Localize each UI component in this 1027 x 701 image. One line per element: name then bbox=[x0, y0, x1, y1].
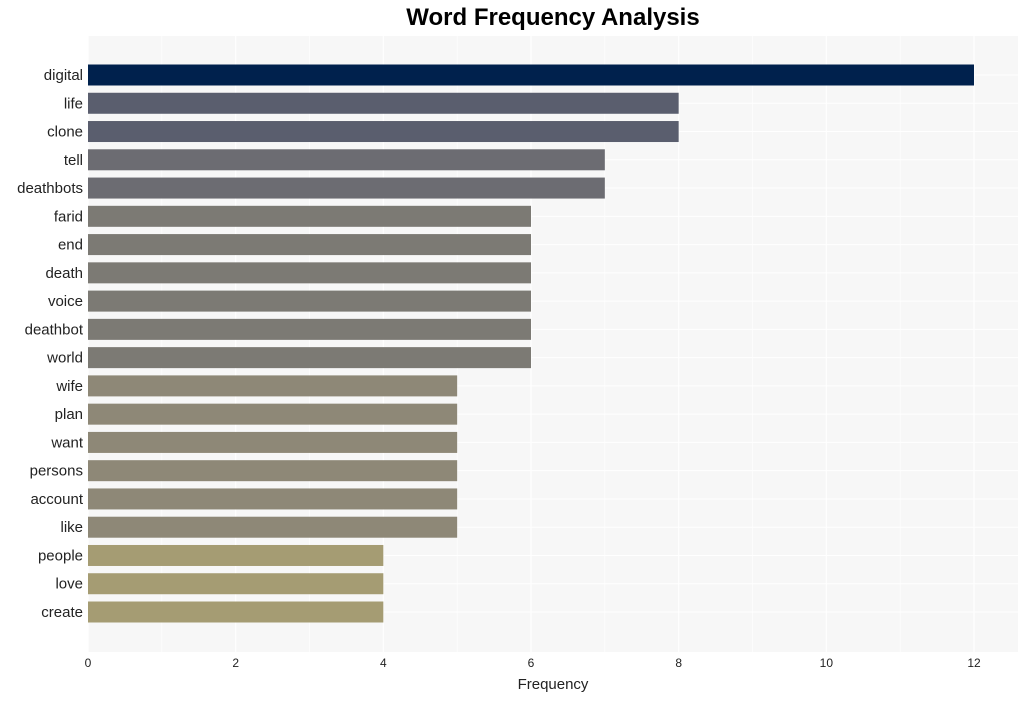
y-tick-label: digital bbox=[44, 67, 83, 84]
y-tick-label: deathbot bbox=[25, 321, 84, 338]
y-tick-label: account bbox=[30, 491, 83, 508]
bar-farid bbox=[88, 205, 531, 227]
bar-voice bbox=[88, 290, 531, 312]
x-axis-ticks: 0 2 4 6 8 10 12 bbox=[85, 656, 981, 670]
y-tick-label: tell bbox=[64, 152, 83, 169]
bar-digital bbox=[88, 64, 974, 86]
y-tick-label: deathbots bbox=[17, 180, 83, 197]
bar-plan bbox=[88, 403, 458, 425]
x-tick-label: 6 bbox=[528, 656, 535, 670]
bar-world bbox=[88, 347, 531, 369]
y-tick-label: wife bbox=[55, 378, 83, 395]
y-tick-label: clone bbox=[47, 124, 83, 141]
y-tick-label: persons bbox=[30, 463, 83, 480]
y-tick-label: plan bbox=[55, 406, 83, 423]
x-tick-label: 8 bbox=[675, 656, 682, 670]
bar-people bbox=[88, 544, 384, 566]
bar-end bbox=[88, 234, 531, 256]
bar-tell bbox=[88, 149, 605, 171]
x-tick-label: 12 bbox=[967, 656, 981, 670]
bar-deathbot bbox=[88, 318, 531, 340]
y-tick-label: end bbox=[58, 237, 83, 254]
bar-love bbox=[88, 573, 384, 595]
y-tick-label: people bbox=[38, 547, 83, 564]
x-axis-label: Frequency bbox=[518, 676, 589, 693]
bar-create bbox=[88, 601, 384, 623]
bar-clone bbox=[88, 121, 679, 143]
bar-life bbox=[88, 92, 679, 114]
y-tick-label: farid bbox=[54, 208, 83, 225]
bar-deathbots bbox=[88, 177, 605, 199]
x-tick-label: 4 bbox=[380, 656, 387, 670]
y-axis-labels: digital life clone tell deathbots farid end dea… bbox=[17, 67, 84, 621]
bar-wife bbox=[88, 375, 458, 397]
bar-want bbox=[88, 431, 458, 453]
y-tick-label: death bbox=[45, 265, 83, 282]
y-tick-label: voice bbox=[48, 293, 83, 310]
y-tick-label: want bbox=[50, 434, 84, 451]
bar-death bbox=[88, 262, 531, 284]
bar-chart: digital life clone tell deathbots farid end dea… bbox=[17, 36, 1018, 693]
bar-like bbox=[88, 516, 458, 538]
y-tick-label: love bbox=[55, 576, 83, 593]
x-tick-label: 2 bbox=[232, 656, 239, 670]
x-tick-label: 0 bbox=[85, 656, 92, 670]
bar-persons bbox=[88, 460, 458, 482]
y-tick-label: world bbox=[46, 350, 83, 367]
y-tick-label: create bbox=[41, 604, 83, 621]
y-tick-label: like bbox=[60, 519, 83, 536]
x-tick-label: 10 bbox=[820, 656, 834, 670]
y-tick-label: life bbox=[64, 95, 83, 112]
bar-account bbox=[88, 488, 458, 510]
